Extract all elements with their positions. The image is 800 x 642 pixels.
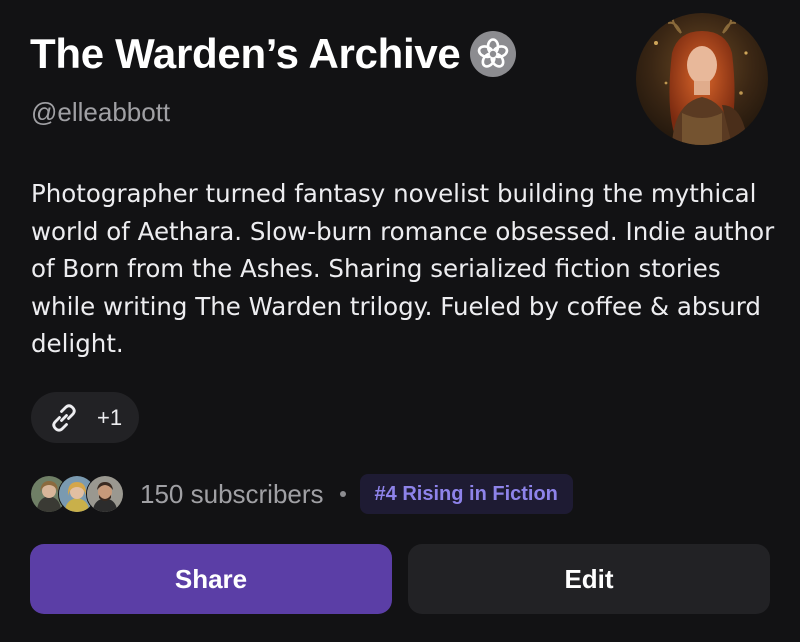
subscriber-count[interactable]: 150 subscribers <box>140 479 324 510</box>
edit-button[interactable]: Edit <box>408 544 770 614</box>
subscriber-avatar-3 <box>86 475 124 513</box>
profile-header: The Warden’s Archive <box>30 28 517 80</box>
share-button[interactable]: Share <box>30 544 392 614</box>
link-icon <box>47 401 81 435</box>
separator-dot <box>339 491 346 497</box>
subscriber-avatars[interactable] <box>30 475 126 513</box>
rank-badge[interactable]: #4 Rising in Fiction <box>359 474 573 514</box>
profile-avatar[interactable] <box>636 13 768 145</box>
profile-bio: Photographer turned fantasy novelist bui… <box>31 179 775 358</box>
stats-row: 150 subscribers #4 Rising in Fiction <box>30 474 573 514</box>
publication-title: The Warden’s Archive <box>30 30 461 77</box>
links-more-count: +1 <box>97 404 123 430</box>
flower-badge-icon[interactable] <box>470 31 517 77</box>
profile-handle[interactable]: @elleabbott <box>31 96 170 128</box>
links-button[interactable]: +1 <box>31 392 139 443</box>
